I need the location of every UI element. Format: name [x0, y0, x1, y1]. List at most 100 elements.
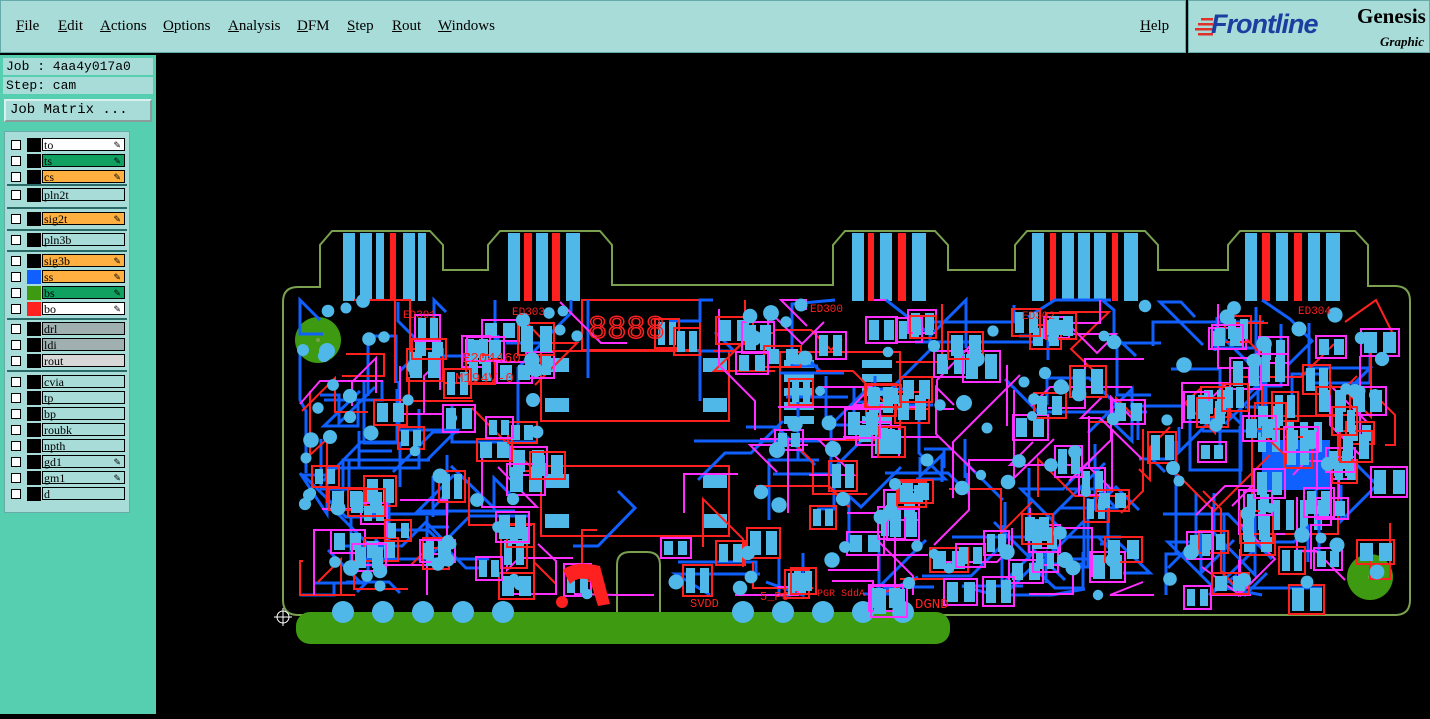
layer-row-pln2t[interactable]: pln2t	[7, 188, 127, 202]
menu-rout[interactable]: Rout	[392, 18, 421, 35]
menu-help[interactable]: Help	[1140, 18, 1169, 35]
menu-bar: File Edit Actions Options Analysis DFM S…	[0, 0, 1186, 53]
layer-row-sig3b[interactable]: sig3b ✎	[7, 254, 127, 268]
layer-checkbox[interactable]	[11, 377, 21, 387]
layer-color-swatch	[27, 439, 41, 453]
layer-row-bp[interactable]: bp	[7, 407, 127, 421]
layer-name: ss ✎	[42, 270, 125, 284]
layer-name: ldi	[42, 338, 125, 352]
menu-dfm[interactable]: DFM	[297, 18, 330, 35]
layer-checkbox[interactable]	[11, 441, 21, 451]
layer-checkbox[interactable]	[11, 156, 21, 166]
graphic-canvas[interactable]: ED301 ED303 ED300 ED302 ED304 E204460 M1…	[156, 55, 1430, 714]
layer-checkbox[interactable]	[11, 425, 21, 435]
part-number: M194V-0	[455, 371, 514, 387]
net-label: PGR SddA	[817, 588, 865, 600]
layer-row-ss[interactable]: ss ✎	[7, 270, 127, 284]
layer-name: bp	[42, 407, 125, 421]
layer-checkbox[interactable]	[11, 489, 21, 499]
left-panel: Job : 4aa4y017a0 Step: cam Job Matrix ..…	[0, 55, 156, 714]
menu-analysis[interactable]: Analysis	[228, 18, 281, 35]
layer-color-swatch	[27, 487, 41, 501]
layer-checkbox[interactable]	[11, 324, 21, 334]
layer-checkbox[interactable]	[11, 288, 21, 298]
edit-icon: ✎	[113, 156, 121, 166]
layer-name: to ✎	[42, 138, 125, 152]
net-label: SVDD	[690, 597, 719, 611]
layer-color-swatch	[27, 138, 41, 152]
layer-color-swatch	[27, 270, 41, 284]
layer-checkbox[interactable]	[11, 457, 21, 467]
layer-name: cvia	[42, 375, 125, 389]
layer-row-npth[interactable]: npth	[7, 439, 127, 453]
layer-separator	[7, 318, 127, 320]
product-name: Genesis	[1357, 4, 1426, 28]
connector-label: ED304	[1298, 306, 1331, 318]
menu-step[interactable]: Step	[347, 18, 374, 35]
layer-row-cvia[interactable]: cvia	[7, 375, 127, 389]
layer-name: cs ✎	[42, 170, 125, 184]
part-number: E204460	[462, 351, 521, 367]
layer-checkbox[interactable]	[11, 172, 21, 182]
layer-row-bs[interactable]: bs ✎	[7, 286, 127, 300]
edit-icon: ✎	[113, 214, 121, 224]
brand-name: Frontline	[1211, 9, 1318, 39]
layer-checkbox[interactable]	[11, 473, 21, 483]
menu-options[interactable]: Options	[163, 18, 211, 35]
layer-row-gm1[interactable]: gm1 ✎	[7, 471, 127, 485]
layer-row-rout[interactable]: rout	[7, 354, 127, 368]
crosshair-cursor-icon	[274, 608, 292, 626]
layer-separator	[7, 184, 127, 186]
layer-row-roubk[interactable]: roubk	[7, 423, 127, 437]
layer-row-to[interactable]: to ✎	[7, 138, 127, 152]
layer-name: bs ✎	[42, 286, 125, 300]
layer-row-gd1[interactable]: gd1 ✎	[7, 455, 127, 469]
layer-row-drl[interactable]: drl	[7, 322, 127, 336]
menu-windows[interactable]: Windows	[438, 18, 495, 35]
layer-color-swatch	[27, 407, 41, 421]
layer-row-tp[interactable]: tp	[7, 391, 127, 405]
net-label: 5_P6	[760, 590, 789, 604]
layer-color-swatch	[27, 212, 41, 226]
layer-checkbox[interactable]	[11, 214, 21, 224]
layer-color-swatch	[27, 423, 41, 437]
layer-row-ts[interactable]: ts ✎	[7, 154, 127, 168]
layer-color-swatch	[27, 455, 41, 469]
layer-color-swatch	[27, 375, 41, 389]
layer-row-sig2t[interactable]: sig2t ✎	[7, 212, 127, 226]
menu-edit[interactable]: Edit	[58, 18, 83, 35]
layer-checkbox[interactable]	[11, 140, 21, 150]
layer-name: sig2t ✎	[42, 212, 125, 226]
layer-checkbox[interactable]	[11, 340, 21, 350]
menu-actions[interactable]: Actions	[100, 18, 147, 35]
layer-color-swatch	[27, 170, 41, 184]
layer-checkbox[interactable]	[11, 356, 21, 366]
pcb-board-view[interactable]: ED301 ED303 ED300 ED302 ED304 E204460 M1…	[156, 55, 1430, 714]
layer-checkbox[interactable]	[11, 409, 21, 419]
layer-checkbox[interactable]	[11, 304, 21, 314]
layer-color-swatch	[27, 354, 41, 368]
layer-list: to ✎ ts ✎ cs ✎ pln2t sig2t ✎ pln3b sig3b ✎ ss ✎ bs ✎ bo ✎…	[4, 131, 130, 513]
layer-checkbox[interactable]	[11, 272, 21, 282]
layer-checkbox[interactable]	[11, 190, 21, 200]
edit-icon: ✎	[113, 457, 121, 467]
step-label: Step: cam	[3, 77, 153, 94]
layer-row-bo[interactable]: bo ✎	[7, 302, 127, 316]
layer-row-cs[interactable]: cs ✎	[7, 170, 127, 184]
layer-name: npth	[42, 439, 125, 453]
connector-label: ED300	[810, 304, 843, 316]
layer-color-swatch	[27, 471, 41, 485]
layer-color-swatch	[27, 322, 41, 336]
layer-row-pln3b[interactable]: pln3b	[7, 233, 127, 247]
edit-icon: ✎	[113, 288, 121, 298]
layer-row-d[interactable]: d	[7, 487, 127, 501]
layer-checkbox[interactable]	[11, 256, 21, 266]
layer-color-swatch	[27, 254, 41, 268]
layer-checkbox[interactable]	[11, 393, 21, 403]
menu-file[interactable]: File	[16, 18, 39, 35]
layer-name: roubk	[42, 423, 125, 437]
layer-checkbox[interactable]	[11, 235, 21, 245]
job-matrix-button[interactable]: Job Matrix ...	[4, 99, 152, 122]
layer-row-ldi[interactable]: ldi	[7, 338, 127, 352]
layer-name: pln3b	[42, 233, 125, 247]
